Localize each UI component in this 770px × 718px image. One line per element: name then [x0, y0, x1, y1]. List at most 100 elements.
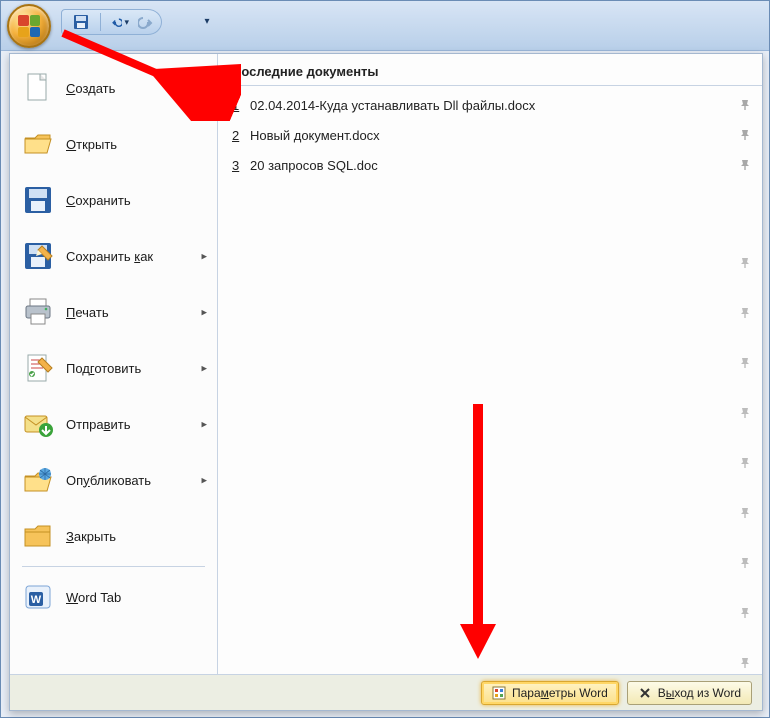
menu-item-close[interactable]: Закрыть [14, 508, 213, 564]
chevron-down-icon: ▾ [204, 16, 209, 27]
pin-icon [739, 257, 751, 269]
qat-redo-button[interactable] [137, 13, 155, 31]
recent-documents-header: Последние документы [218, 54, 762, 86]
button-label: Параметры Word [512, 686, 608, 700]
chevron-right-icon: ▸ [201, 250, 207, 263]
save-as-icon [20, 238, 56, 274]
recent-documents-panel: Последние документы 1 02.04.2014-Куда ус… [218, 54, 762, 674]
publish-icon [20, 462, 56, 498]
pin-icon [739, 357, 751, 369]
pin-icon [739, 159, 751, 171]
quick-access-toolbar: ▾ [61, 9, 162, 35]
pin-button[interactable] [736, 554, 754, 572]
menu-item-label: Подготовить [66, 361, 141, 376]
qat-customize-button[interactable]: ▾ [201, 15, 213, 27]
recent-doc-name: 20 запросов SQL.doc [250, 158, 736, 173]
annotation-arrow-bottom [448, 404, 508, 664]
word-options-button[interactable]: Параметры Word [481, 681, 619, 705]
new-document-icon [20, 70, 56, 106]
menu-item-open[interactable]: Открыть [14, 116, 213, 172]
pin-icon [739, 557, 751, 569]
exit-word-button[interactable]: Выход из Word [627, 681, 752, 705]
pin-button[interactable] [736, 654, 754, 672]
pin-button[interactable] [736, 504, 754, 522]
pin-icon [739, 607, 751, 619]
chevron-right-icon: ▸ [201, 306, 207, 319]
window: ▾ ▾ Создать [0, 0, 770, 718]
recent-document-row[interactable]: 2 Новый документ.docx [218, 120, 762, 150]
pin-button[interactable] [736, 156, 754, 174]
menu-item-label: Word Tab [66, 590, 121, 605]
save-icon [20, 182, 56, 218]
pin-button[interactable] [736, 454, 754, 472]
menu-item-publish[interactable]: Опубликовать ▸ [14, 452, 213, 508]
pin-button[interactable] [736, 96, 754, 114]
pin-icon [739, 307, 751, 319]
menu-item-prepare[interactable]: Подготовить ▸ [14, 340, 213, 396]
recent-doc-number: 1 [232, 98, 250, 113]
titlebar: ▾ ▾ [1, 1, 769, 51]
pin-icon [739, 507, 751, 519]
pin-button[interactable] [736, 126, 754, 144]
pin-icon [739, 129, 751, 141]
recent-doc-number: 2 [232, 128, 250, 143]
recent-document-row[interactable]: 1 02.04.2014-Куда устанавливать Dll файл… [218, 90, 762, 120]
menu-item-new[interactable]: Создать [14, 60, 213, 116]
pin-button[interactable] [736, 404, 754, 422]
options-icon [492, 686, 506, 700]
office-logo-icon [18, 15, 40, 37]
menu-item-label: Опубликовать [66, 473, 151, 488]
office-menu-bottom-bar: Параметры Word Выход из Word [10, 674, 762, 710]
redo-icon [138, 14, 154, 30]
menu-item-label: Сохранить [66, 193, 131, 208]
menu-item-save-as[interactable]: Сохранить как ▸ [14, 228, 213, 284]
word-icon: W [20, 579, 56, 615]
pin-button[interactable] [736, 354, 754, 372]
office-menu-left-column: Создать Открыть Сохранить [10, 54, 218, 674]
menu-separator [22, 566, 205, 567]
menu-item-label: Открыть [66, 137, 117, 152]
menu-item-label: Печать [66, 305, 109, 320]
pin-icon [739, 657, 751, 669]
prepare-icon [20, 350, 56, 386]
recent-documents-list: 1 02.04.2014-Куда устанавливать Dll файл… [218, 86, 762, 184]
qat-divider [100, 13, 101, 31]
recent-doc-number: 3 [232, 158, 250, 173]
menu-item-save[interactable]: Сохранить [14, 172, 213, 228]
office-button[interactable] [7, 4, 51, 48]
qat-save-button[interactable] [72, 13, 90, 31]
chevron-right-icon: ▸ [201, 418, 207, 431]
print-icon [20, 294, 56, 330]
menu-item-print[interactable]: Печать ▸ [14, 284, 213, 340]
svg-text:W: W [31, 594, 42, 606]
pin-button[interactable] [736, 604, 754, 622]
button-label: Выход из Word [658, 686, 741, 700]
menu-item-label: Создать [66, 81, 115, 96]
send-icon [20, 406, 56, 442]
menu-item-label: Сохранить как [66, 249, 153, 264]
menu-item-word-tab[interactable]: W Word Tab [14, 569, 213, 625]
close-folder-icon [20, 518, 56, 554]
pin-icon [739, 99, 751, 111]
menu-item-send[interactable]: Отправить ▸ [14, 396, 213, 452]
office-menu-body: Создать Открыть Сохранить [10, 54, 762, 674]
menu-item-label: Отправить [66, 417, 130, 432]
close-icon [638, 686, 652, 700]
save-icon [73, 14, 89, 30]
pin-icon [739, 407, 751, 419]
pin-button[interactable] [736, 304, 754, 322]
recent-doc-name: Новый документ.docx [250, 128, 736, 143]
office-menu-panel: Создать Открыть Сохранить [9, 53, 763, 711]
chevron-right-icon: ▸ [201, 362, 207, 375]
menu-item-label: Закрыть [66, 529, 116, 544]
pin-placeholder-stack [736, 254, 754, 672]
chevron-right-icon: ▸ [201, 474, 207, 487]
open-folder-icon [20, 126, 56, 162]
chevron-down-icon: ▾ [124, 17, 129, 28]
recent-doc-name: 02.04.2014-Куда устанавливать Dll файлы.… [250, 98, 736, 113]
pin-button[interactable] [736, 254, 754, 272]
pin-icon [739, 457, 751, 469]
qat-undo-button[interactable]: ▾ [111, 13, 129, 31]
recent-document-row[interactable]: 3 20 запросов SQL.doc [218, 150, 762, 180]
undo-icon [111, 14, 122, 30]
